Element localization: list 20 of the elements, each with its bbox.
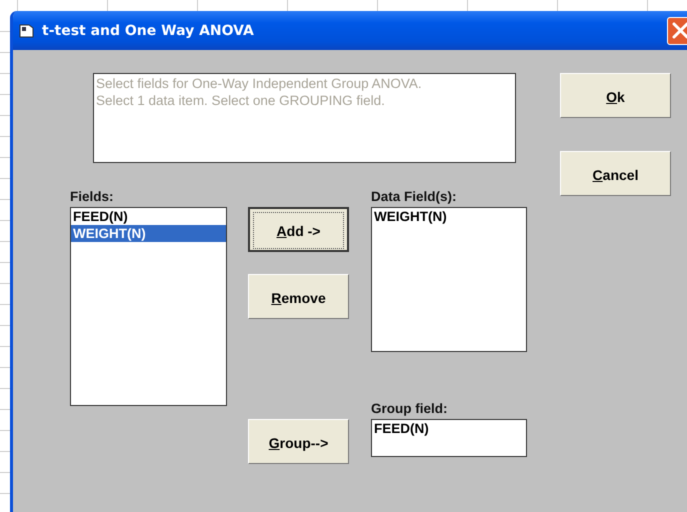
window-title: t-test and One Way ANOVA: [42, 22, 255, 38]
close-button[interactable]: [667, 16, 687, 44]
group-field-label: Group field:: [371, 401, 448, 418]
dialog-button[interactable]: Cancel: [560, 151, 671, 196]
instruction-text: Select 1 data item. Select one GROUPING field.: [96, 92, 386, 109]
window-icon: [19, 24, 34, 38]
dialog-button[interactable]: Ok: [560, 73, 671, 118]
dialog-button[interactable]: Group-->: [248, 419, 349, 464]
group-field-box[interactable]: FEED(N): [371, 419, 527, 457]
list-item[interactable]: FEED(N): [372, 420, 526, 437]
dialog-button[interactable]: Add ->: [248, 207, 349, 252]
instruction-text: Select fields for One-Way Independent Group ANOVA.: [96, 75, 423, 92]
fields-list[interactable]: FEED(N) WEIGHT(N): [70, 207, 227, 406]
list-item[interactable]: WEIGHT(N): [372, 208, 526, 225]
dialog-button[interactable]: Remove: [248, 274, 349, 319]
list-item[interactable]: FEED(N): [71, 208, 226, 225]
data-fields-label: Data Field(s):: [371, 189, 458, 206]
list-item[interactable]: WEIGHT(N): [71, 225, 226, 242]
data-fields-list[interactable]: WEIGHT(N): [371, 207, 527, 352]
fields-label: Fields:: [70, 189, 115, 206]
